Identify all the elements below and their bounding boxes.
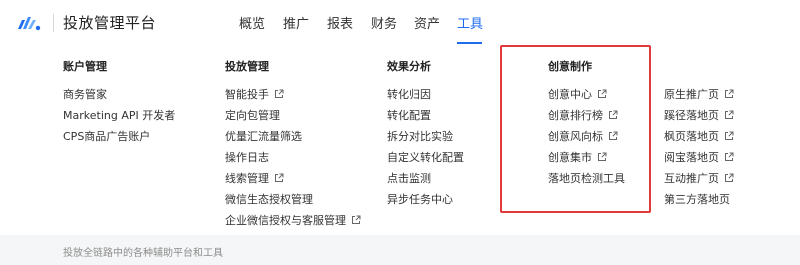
menu-item-label: 创意风向标 bbox=[548, 130, 603, 143]
menu-column-landing-pages: 原生推广页蹊径落地页枫页落地页阅宝落地页互动推广页第三方落地页 bbox=[664, 59, 735, 213]
menu-item-label: 智能投手 bbox=[225, 88, 269, 101]
menu-item[interactable]: 创意排行榜 bbox=[548, 108, 625, 129]
menu-item[interactable]: 点击监测 bbox=[387, 171, 464, 192]
menu-item[interactable]: 阅宝落地页 bbox=[664, 150, 735, 171]
menu-item[interactable]: CPS商品广告账户 bbox=[63, 129, 175, 150]
menu-item[interactable]: 创意风向标 bbox=[548, 129, 625, 150]
menu-item-label: 创意集市 bbox=[548, 151, 592, 164]
menu-item-label: 落地页检测工具 bbox=[548, 172, 625, 185]
menu-item-label: 创意排行榜 bbox=[548, 109, 603, 122]
external-link-icon bbox=[724, 131, 735, 142]
external-link-icon bbox=[724, 173, 735, 184]
menu-item-label: 转化归因 bbox=[387, 88, 431, 101]
menu-item[interactable]: 商务管家 bbox=[63, 87, 175, 108]
menu-item[interactable]: 优量汇流量筛选 bbox=[225, 129, 362, 150]
external-link-icon bbox=[274, 89, 285, 100]
menu-item[interactable]: 定向包管理 bbox=[225, 108, 362, 129]
menu-item[interactable]: 微信生态授权管理 bbox=[225, 192, 362, 213]
menu-item[interactable]: Marketing API 开发者 bbox=[63, 108, 175, 129]
menu-item-label: 创意中心 bbox=[548, 88, 592, 101]
menu-item[interactable]: 原生推广页 bbox=[664, 87, 735, 108]
menu-item[interactable]: 创意集市 bbox=[548, 150, 625, 171]
menu-item[interactable]: 落地页检测工具 bbox=[548, 171, 625, 192]
top-header: 投放管理平台 概览 推广 报表 财务 资产 工具 bbox=[0, 0, 800, 44]
external-link-icon bbox=[608, 131, 619, 142]
menu-item-label: CPS商品广告账户 bbox=[63, 130, 151, 143]
external-link-icon bbox=[724, 89, 735, 100]
menu-item-label: 第三方落地页 bbox=[664, 193, 730, 206]
menu-item-label: 拆分对比实验 bbox=[387, 130, 453, 143]
menu-item-label: 线索管理 bbox=[225, 172, 269, 185]
menu-item[interactable]: 创意中心 bbox=[548, 87, 625, 108]
menu-item-label: 点击监测 bbox=[387, 172, 431, 185]
nav-tab-promotion[interactable]: 推广 bbox=[283, 13, 309, 32]
menu-item-label: 异步任务中心 bbox=[387, 193, 453, 206]
menu-item[interactable]: 操作日志 bbox=[225, 150, 362, 171]
logo-icon[interactable] bbox=[17, 14, 41, 32]
menu-column-account: 账户管理商务管家 Marketing API 开发者 CPS商品广告账户 bbox=[63, 59, 175, 150]
menu-column-title bbox=[664, 59, 735, 75]
menu-footer: 投放全链路中的各种辅助平台和工具 bbox=[0, 235, 800, 265]
nav-tab-overview[interactable]: 概览 bbox=[239, 13, 265, 32]
menu-item-label: 商务管家 bbox=[63, 88, 107, 101]
menu-column-analytics: 效果分析转化归因转化配置拆分对比实验 自定义转化配置 点击监测异步任务中心 bbox=[387, 59, 464, 213]
menu-item-label: 自定义转化配置 bbox=[387, 151, 464, 164]
menu-item[interactable]: 第三方落地页 bbox=[664, 192, 735, 213]
external-link-icon bbox=[351, 215, 362, 226]
menu-item[interactable]: 转化归因 bbox=[387, 87, 464, 108]
menu-column-creative: 创意制作创意中心创意排行榜创意风向标创意集市落地页检测工具 bbox=[548, 59, 625, 192]
menu-column-delivery: 投放管理智能投手定向包管理优量汇流量筛选 操作日志线索管理微信生态授权管理企业微信… bbox=[225, 59, 362, 234]
menu-item-label: 企业微信授权与客服管理 bbox=[225, 214, 346, 227]
external-link-icon bbox=[724, 110, 735, 121]
nav-tab-tools[interactable]: 工具 bbox=[457, 13, 483, 32]
menu-item[interactable]: 异步任务中心 bbox=[387, 192, 464, 213]
nav-tab-assets[interactable]: 资产 bbox=[414, 13, 440, 32]
menu-item-label: 操作日志 bbox=[225, 151, 269, 164]
external-link-icon bbox=[597, 89, 608, 100]
menu-item-label: 蹊径落地页 bbox=[664, 109, 719, 122]
menu-item[interactable]: 智能投手 bbox=[225, 87, 362, 108]
nav-tab-finance[interactable]: 财务 bbox=[371, 13, 397, 32]
menu-column-title: 效果分析 bbox=[387, 60, 431, 73]
menu-item-label: 优量汇流量筛选 bbox=[225, 130, 302, 143]
header-divider bbox=[53, 14, 54, 32]
menu-item[interactable]: 枫页落地页 bbox=[664, 129, 735, 150]
menu-item[interactable]: 企业微信授权与客服管理 bbox=[225, 213, 362, 234]
menu-item-label: 原生推广页 bbox=[664, 88, 719, 101]
external-link-icon bbox=[274, 173, 285, 184]
menu-column-title: 创意制作 bbox=[548, 60, 592, 73]
external-link-icon bbox=[724, 152, 735, 163]
menu-item-label: 阅宝落地页 bbox=[664, 151, 719, 164]
menu-item[interactable]: 线索管理 bbox=[225, 171, 362, 192]
menu-item-label: 枫页落地页 bbox=[664, 130, 719, 143]
menu-column-title: 投放管理 bbox=[225, 60, 269, 73]
menu-column-title: 账户管理 bbox=[63, 60, 107, 73]
menu-item[interactable]: 互动推广页 bbox=[664, 171, 735, 192]
footer-description: 投放全链路中的各种辅助平台和工具 bbox=[63, 248, 223, 259]
menu-item-label: 微信生态授权管理 bbox=[225, 193, 313, 206]
menu-item[interactable]: 自定义转化配置 bbox=[387, 150, 464, 171]
nav-tab-reports[interactable]: 报表 bbox=[327, 13, 353, 32]
menu-item-label: 互动推广页 bbox=[664, 172, 719, 185]
menu-item[interactable]: 转化配置 bbox=[387, 108, 464, 129]
menu-item[interactable]: 蹊径落地页 bbox=[664, 108, 735, 129]
external-link-icon bbox=[597, 152, 608, 163]
tools-dropdown-menu: 账户管理商务管家 Marketing API 开发者 CPS商品广告账户 投放管理智… bbox=[0, 44, 800, 235]
menu-item-label: 转化配置 bbox=[387, 109, 431, 122]
menu-item[interactable]: 拆分对比实验 bbox=[387, 129, 464, 150]
external-link-icon bbox=[608, 110, 619, 121]
menu-item-label: 定向包管理 bbox=[225, 109, 280, 122]
menu-item-label: Marketing API 开发者 bbox=[63, 109, 176, 122]
app-title: 投放管理平台 bbox=[63, 14, 157, 32]
